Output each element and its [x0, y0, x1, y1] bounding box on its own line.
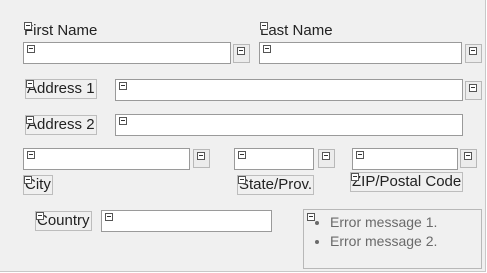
state-required-indicator [318, 149, 335, 168]
error-message-panel: Error message 1. Error message 2. [303, 209, 482, 269]
widget-marker-icon [105, 213, 113, 221]
first-name-label: First Name [23, 21, 98, 41]
first-name-label-text: First Name [24, 22, 98, 39]
last-name-required-indicator [465, 44, 482, 63]
widget-marker-icon [119, 117, 127, 125]
address1-input[interactable] [115, 79, 463, 101]
widget-marker-icon [27, 45, 35, 53]
address2-label: Address 2 [25, 115, 97, 135]
widget-marker-icon [24, 22, 32, 30]
error-message-item: Error message 1. [330, 213, 437, 232]
state-label: State/Prov. [237, 175, 315, 195]
address1-label-text: Address 1 [27, 80, 95, 97]
widget-marker-icon [260, 22, 268, 30]
address1-label: Address 1 [25, 79, 97, 99]
state-input[interactable] [234, 148, 314, 170]
required-marker-icon [197, 152, 205, 160]
widget-marker-icon [263, 45, 271, 53]
country-input[interactable] [101, 210, 272, 232]
last-name-label: Last Name [259, 21, 334, 41]
required-marker-icon [322, 152, 330, 160]
address2-input[interactable] [115, 114, 463, 136]
required-marker-icon [469, 84, 477, 92]
error-message-item: Error message 2. [330, 232, 437, 251]
city-input[interactable] [23, 148, 190, 170]
last-name-input[interactable] [259, 42, 462, 64]
country-label: Country [35, 211, 92, 231]
last-name-label-text: Last Name [260, 22, 333, 39]
widget-marker-icon [24, 176, 32, 184]
widget-marker-icon [351, 173, 359, 181]
zip-required-indicator [460, 149, 477, 168]
address1-required-indicator [465, 81, 482, 100]
city-label: City [23, 175, 53, 195]
country-label-text: Country [37, 212, 90, 229]
widget-marker-icon [36, 212, 44, 220]
first-name-input[interactable] [23, 42, 231, 64]
first-name-required-indicator [233, 44, 250, 63]
required-marker-icon [237, 47, 245, 55]
error-list: Error message 1. Error message 2. [314, 213, 437, 251]
widget-marker-icon [27, 151, 35, 159]
widget-marker-icon [119, 82, 127, 90]
form-panel: First Name Last Name Address 1 Address 2 [0, 0, 486, 272]
widget-marker-icon [238, 176, 246, 184]
zip-input[interactable] [352, 148, 458, 170]
state-label-text: State/Prov. [239, 176, 313, 193]
widget-marker-icon [26, 116, 34, 124]
zip-label-text: ZIP/Postal Code [352, 173, 462, 190]
widget-marker-icon [238, 151, 246, 159]
required-marker-icon [469, 47, 477, 55]
city-required-indicator [193, 149, 210, 168]
address2-label-text: Address 2 [27, 116, 95, 133]
widget-marker-icon [26, 80, 34, 88]
widget-marker-icon [356, 151, 364, 159]
required-marker-icon [464, 152, 472, 160]
zip-label: ZIP/Postal Code [350, 172, 464, 192]
